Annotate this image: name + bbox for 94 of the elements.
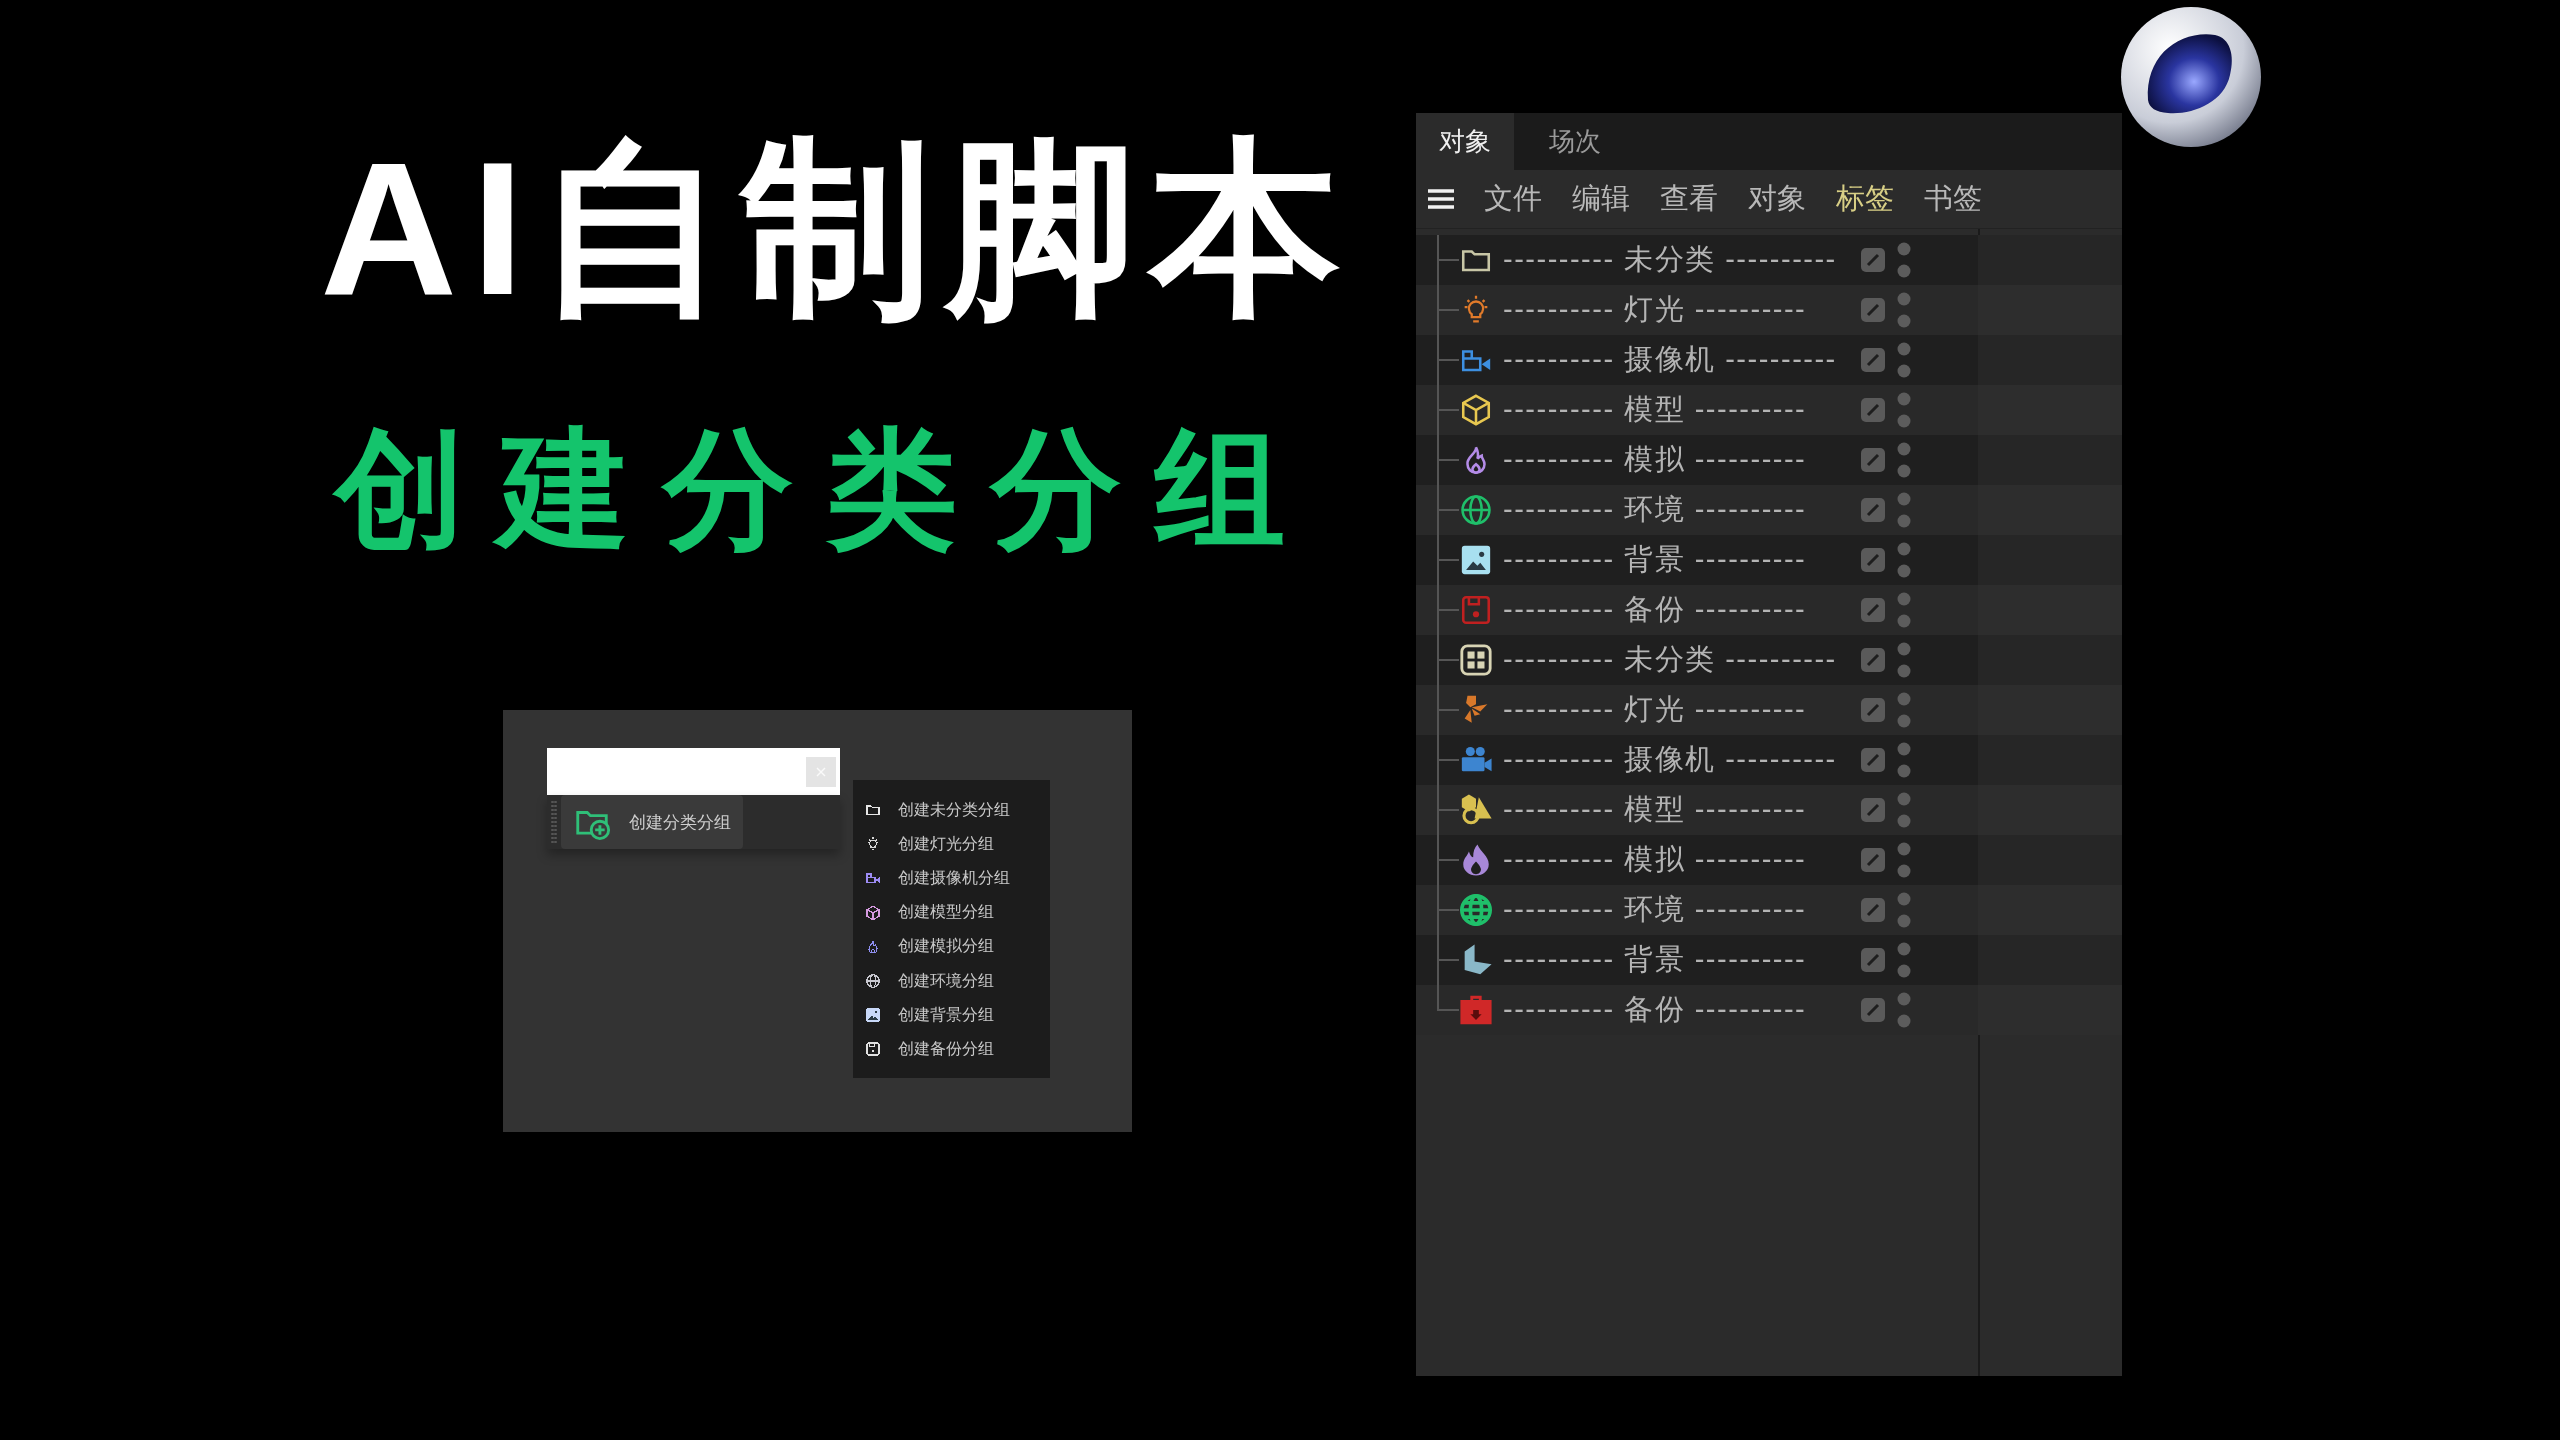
object-row[interactable]: ---------- 背景 ----------	[1416, 935, 2122, 985]
visibility-dots-icon[interactable]	[1897, 590, 1911, 630]
pencil-icon	[1865, 952, 1881, 968]
menu-item[interactable]: 文件	[1484, 179, 1542, 219]
pencil-icon	[1865, 752, 1881, 768]
edit-button[interactable]	[1861, 448, 1885, 472]
object-name: ---------- 灯光 ----------	[1503, 692, 1808, 727]
object-row[interactable]: ---------- 摄像机 ----------	[1416, 335, 2122, 385]
object-name: ---------- 备份 ----------	[1503, 592, 1808, 627]
menu-icon[interactable]	[1428, 189, 1454, 209]
edit-button[interactable]	[1861, 748, 1885, 772]
object-name: ---------- 模型 ----------	[1503, 792, 1808, 827]
pencil-icon	[1865, 252, 1881, 268]
pencil-icon	[1865, 652, 1881, 668]
pencil-icon	[1865, 902, 1881, 918]
pencil-icon	[1865, 502, 1881, 518]
menu-item[interactable]: 创建模拟分组	[865, 929, 994, 964]
pencil-icon	[1865, 352, 1881, 368]
edit-button[interactable]	[1861, 998, 1885, 1022]
menu-item[interactable]: 标签	[1836, 179, 1894, 219]
edit-button[interactable]	[1861, 598, 1885, 622]
edit-button[interactable]	[1861, 698, 1885, 722]
pencil-icon	[1865, 552, 1881, 568]
menu-item[interactable]: 创建模型分组	[865, 895, 994, 930]
object-name: ---------- 背景 ----------	[1503, 942, 1808, 977]
edit-button[interactable]	[1861, 848, 1885, 872]
edit-button[interactable]	[1861, 248, 1885, 272]
visibility-dots-icon[interactable]	[1897, 990, 1911, 1030]
menu-item[interactable]: 创建未分类分组	[865, 793, 1010, 828]
object-row[interactable]: ---------- 未分类 ----------	[1416, 235, 2122, 285]
menu-item[interactable]: 编辑	[1572, 179, 1630, 219]
menu-item[interactable]: 查看	[1660, 179, 1718, 219]
visibility-dots-icon[interactable]	[1897, 490, 1911, 530]
headline: AI自制脚本	[319, 121, 1355, 336]
menu-item[interactable]: 创建环境分组	[865, 963, 994, 999]
edit-button[interactable]	[1861, 398, 1885, 422]
edit-button[interactable]	[1861, 498, 1885, 522]
visibility-dots-icon[interactable]	[1897, 340, 1911, 380]
visibility-dots-icon[interactable]	[1897, 940, 1911, 980]
visibility-dots-icon[interactable]	[1897, 840, 1911, 880]
subheadline: 创建分类分组	[315, 407, 1339, 570]
pencil-icon	[1865, 1002, 1881, 1018]
pencil-icon	[1865, 302, 1881, 318]
object-name: ---------- 摄像机 ----------	[1503, 342, 1838, 377]
object-name: ---------- 未分类 ----------	[1503, 242, 1838, 277]
pencil-icon	[1865, 402, 1881, 418]
pencil-icon	[1865, 702, 1881, 718]
visibility-dots-icon[interactable]	[1897, 240, 1911, 280]
object-name: ---------- 环境 ----------	[1503, 892, 1808, 927]
object-name: ---------- 备份 ----------	[1503, 992, 1808, 1027]
edit-button[interactable]	[1861, 548, 1885, 572]
object-row[interactable]: ---------- 模拟 ----------	[1416, 435, 2122, 485]
object-name: ---------- 未分类 ----------	[1503, 642, 1838, 677]
pencil-icon	[1865, 602, 1881, 618]
edit-button[interactable]	[1861, 948, 1885, 972]
object-name: ---------- 模型 ----------	[1503, 392, 1808, 427]
menu-item[interactable]: 对象	[1748, 179, 1806, 219]
edit-button[interactable]	[1861, 898, 1885, 922]
object-name: ---------- 环境 ----------	[1503, 492, 1808, 527]
visibility-dots-icon[interactable]	[1897, 540, 1911, 580]
sphere-logo-icon	[2120, 5, 2262, 150]
menu-item[interactable]: 创建灯光分组	[865, 827, 994, 862]
object-name: ---------- 背景 ----------	[1503, 542, 1808, 577]
object-row[interactable]: ---------- 模拟 ----------	[1416, 835, 2122, 885]
object-name: ---------- 模拟 ----------	[1503, 442, 1808, 477]
visibility-dots-icon[interactable]	[1897, 690, 1911, 730]
object-row[interactable]: ---------- 摄像机 ----------	[1416, 735, 2122, 785]
input-field[interactable]	[547, 748, 840, 795]
create-group-button[interactable]: 创建分类分组	[561, 795, 743, 849]
menu-item[interactable]: 创建背景分组	[865, 998, 994, 1033]
object-name: ---------- 灯光 ----------	[1503, 292, 1808, 327]
pencil-icon	[1865, 852, 1881, 868]
menu-item[interactable]: 书签	[1924, 179, 1982, 219]
edit-button[interactable]	[1861, 348, 1885, 372]
visibility-dots-icon[interactable]	[1897, 640, 1911, 680]
visibility-dots-icon[interactable]	[1897, 390, 1911, 430]
visibility-dots-icon[interactable]	[1897, 790, 1911, 830]
menu-item[interactable]: 创建备份分组	[865, 1032, 994, 1067]
pencil-icon	[1865, 452, 1881, 468]
menu-item[interactable]: 创建摄像机分组	[865, 861, 1010, 896]
edit-button[interactable]	[1861, 298, 1885, 322]
visibility-dots-icon[interactable]	[1897, 740, 1911, 780]
tab[interactable]: 场次	[1526, 113, 1624, 170]
edit-button[interactable]	[1861, 798, 1885, 822]
tab[interactable]: 对象	[1416, 113, 1514, 170]
object-name: ---------- 摄像机 ----------	[1503, 742, 1838, 777]
edit-button[interactable]	[1861, 648, 1885, 672]
object-row[interactable]: ---------- 背景 ----------	[1416, 535, 2122, 585]
visibility-dots-icon[interactable]	[1897, 290, 1911, 330]
object-name: ---------- 模拟 ----------	[1503, 842, 1808, 877]
visibility-dots-icon[interactable]	[1897, 440, 1911, 480]
object-row[interactable]: ---------- 未分类 ----------	[1416, 635, 2122, 685]
visibility-dots-icon[interactable]	[1897, 890, 1911, 930]
pencil-icon	[1865, 802, 1881, 818]
